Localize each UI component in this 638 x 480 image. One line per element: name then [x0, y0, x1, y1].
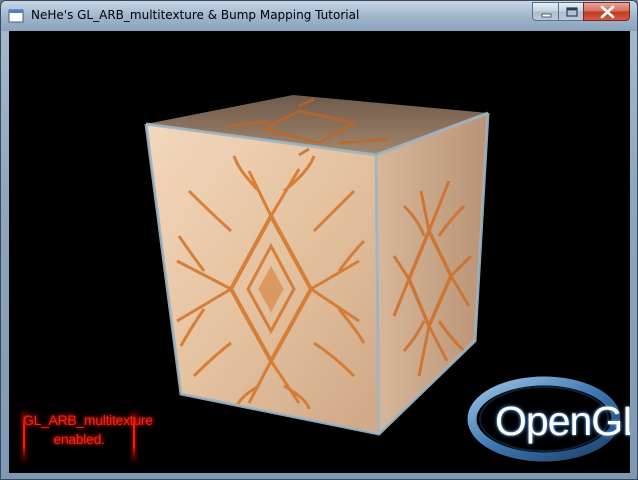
status-left-bar — [23, 411, 25, 461]
status-line-1: GL_ARB_multitexture — [23, 412, 153, 428]
close-button[interactable] — [583, 2, 630, 21]
title-bar[interactable]: NeHe's GL_ARB_multitexture & Bump Mappin… — [1, 1, 637, 31]
application-window: NeHe's GL_ARB_multitexture & Bump Mappin… — [0, 0, 638, 480]
opengl-logo-text: OpenGL — [495, 398, 630, 444]
textured-cube — [144, 95, 490, 436]
minimize-button[interactable] — [532, 2, 559, 21]
maximize-button[interactable] — [558, 2, 584, 21]
opengl-viewport[interactable]: GL_ARB_multitexture enabled. OpenGL — [9, 31, 630, 473]
status-right-bar — [133, 411, 135, 461]
multitexture-status: GL_ARB_multitexture enabled. — [23, 411, 153, 461]
app-window-icon[interactable] — [8, 8, 24, 24]
status-line-2: enabled. — [53, 431, 105, 447]
cube-side-face — [376, 113, 488, 434]
window-title: NeHe's GL_ARB_multitexture & Bump Mappin… — [31, 8, 360, 22]
